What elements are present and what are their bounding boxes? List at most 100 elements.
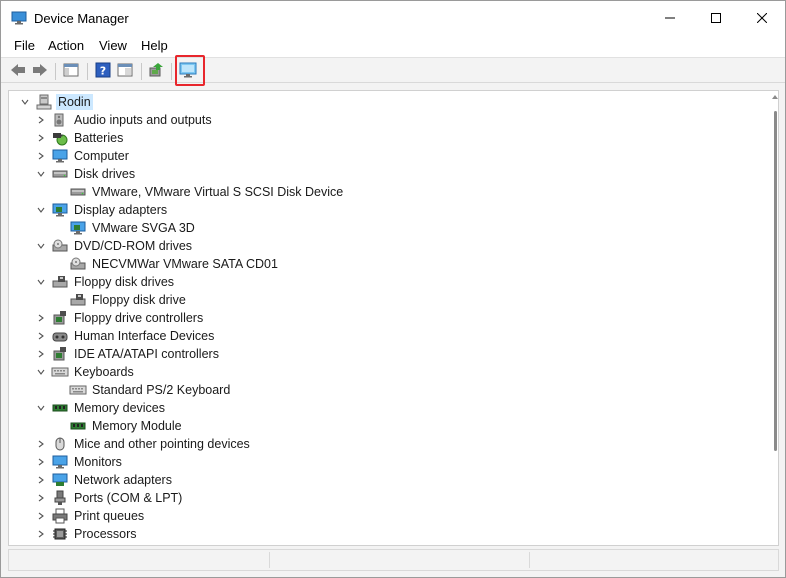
computer-root-icon [35, 94, 53, 110]
hid-icon [51, 328, 69, 344]
tree-item-label: Floppy disk drive [92, 293, 186, 307]
menu-file[interactable]: File [14, 38, 35, 53]
dvd-drive-icon [69, 256, 87, 272]
tree-item-label: Monitors [74, 455, 122, 469]
minimize-button[interactable] [647, 1, 693, 35]
chevron-down-icon[interactable] [19, 93, 31, 111]
tree-item-label: Audio inputs and outputs [74, 113, 212, 127]
tree-category[interactable]: Ports (COM & LPT) [35, 489, 184, 507]
device-tree[interactable]: Rodin Audio inputs and outputs Batteries Co… [8, 90, 779, 546]
chevron-right-icon[interactable] [35, 471, 47, 489]
tree-category[interactable]: DVD/CD-ROM drives [35, 237, 194, 255]
floppy-drive-icon [69, 292, 87, 308]
title-bar[interactable]: Device Manager [1, 1, 785, 35]
chevron-down-icon[interactable] [35, 363, 47, 381]
tree-category[interactable]: Network adapters [35, 471, 174, 489]
tree-item-label: Rodin [56, 94, 93, 110]
tree-category[interactable]: Floppy disk drives [35, 273, 176, 291]
maximize-button[interactable] [693, 1, 739, 35]
chevron-down-icon[interactable] [35, 165, 47, 183]
tree-category[interactable]: Floppy drive controllers [35, 309, 205, 327]
floppy-drive-icon [51, 274, 69, 290]
disk-drive-icon [69, 184, 87, 200]
help-icon: ? [95, 62, 111, 81]
tree-category[interactable]: Monitors [35, 453, 124, 471]
speaker-icon [51, 112, 69, 128]
printer-icon [51, 508, 69, 524]
battery-icon [51, 130, 69, 146]
close-button[interactable] [739, 1, 785, 35]
tree-item-label: Network adapters [74, 473, 172, 487]
tree-item-label: Mice and other pointing devices [74, 437, 250, 451]
tree-category[interactable]: IDE ATA/ATAPI controllers [35, 345, 221, 363]
vertical-scrollbar[interactable] [771, 91, 778, 545]
chevron-right-icon[interactable] [35, 507, 47, 525]
memory-icon [51, 400, 69, 416]
tree-device[interactable]: Memory Module [53, 417, 184, 435]
chevron-down-icon[interactable] [35, 399, 47, 417]
menu-action[interactable]: Action [48, 38, 84, 53]
menu-help[interactable]: Help [141, 38, 168, 53]
update-driver-button[interactable] [146, 61, 166, 81]
tree-category[interactable]: Processors [35, 525, 139, 543]
help-button[interactable]: ? [93, 61, 113, 81]
tree-root[interactable]: Rodin [19, 93, 93, 111]
back-arrow-icon [10, 63, 26, 80]
tree-item-label: Floppy drive controllers [74, 311, 204, 325]
tree-item-label: Keyboards [74, 365, 134, 379]
tree-category[interactable]: Mice and other pointing devices [35, 435, 252, 453]
tree-category[interactable]: Keyboards [35, 363, 136, 381]
tree-device[interactable]: Floppy disk drive [53, 291, 188, 309]
chevron-right-icon[interactable] [35, 111, 47, 129]
tree-category[interactable]: Computer [35, 147, 131, 165]
menu-bar: File Action View Help [1, 35, 785, 57]
chevron-down-icon[interactable] [35, 237, 47, 255]
highlight-box [175, 55, 205, 86]
status-cell [529, 552, 530, 568]
chevron-right-icon[interactable] [35, 489, 47, 507]
forward-button[interactable] [30, 61, 50, 81]
properties-icon [117, 63, 133, 80]
chevron-right-icon[interactable] [35, 309, 47, 327]
chevron-right-icon[interactable] [35, 435, 47, 453]
tree-item-label: Memory Module [92, 419, 182, 433]
tree-device[interactable]: VMware, VMware Virtual S SCSI Disk Devic… [53, 183, 345, 201]
chevron-right-icon[interactable] [35, 453, 47, 471]
chevron-right-icon[interactable] [35, 147, 47, 165]
chevron-right-icon[interactable] [35, 345, 47, 363]
properties-button[interactable] [115, 61, 135, 81]
chevron-right-icon[interactable] [35, 129, 47, 147]
show-hide-console-tree-button[interactable] [61, 61, 81, 81]
tree-device[interactable]: NECVMWar VMware SATA CD01 [53, 255, 280, 273]
tree-device[interactable]: Standard PS/2 Keyboard [53, 381, 232, 399]
show-hide-console-tree-icon [63, 63, 79, 80]
network-adapter-icon [51, 472, 69, 488]
back-button[interactable] [8, 61, 28, 81]
tree-category[interactable]: Print queues [35, 507, 146, 525]
tree-category[interactable]: Memory devices [35, 399, 167, 417]
tree-item-label: Computer [74, 149, 129, 163]
device-manager-window: Device Manager File Action View Help ? R… [0, 0, 786, 578]
tree-category[interactable]: Audio inputs and outputs [35, 111, 214, 129]
tree-category[interactable]: Disk drives [35, 165, 137, 183]
tree-category[interactable]: Batteries [35, 129, 125, 147]
scroll-up-arrow-icon[interactable] [772, 95, 778, 99]
tree-category[interactable]: Human Interface Devices [35, 327, 216, 345]
tree-device[interactable]: VMware SVGA 3D [53, 219, 197, 237]
toolbar-separator [141, 63, 142, 80]
tree-category[interactable]: Display adapters [35, 201, 169, 219]
monitor-icon [51, 454, 69, 470]
controller-icon [51, 310, 69, 326]
tree-item-label: IDE ATA/ATAPI controllers [74, 347, 219, 361]
scrollbar-thumb[interactable] [774, 111, 777, 451]
tree-item-label: VMware, VMware Virtual S SCSI Disk Devic… [92, 185, 344, 199]
chevron-down-icon[interactable] [35, 273, 47, 291]
chevron-right-icon[interactable] [35, 327, 47, 345]
chevron-right-icon[interactable] [35, 525, 47, 543]
chevron-down-icon[interactable] [35, 201, 47, 219]
menu-view[interactable]: View [99, 38, 127, 53]
